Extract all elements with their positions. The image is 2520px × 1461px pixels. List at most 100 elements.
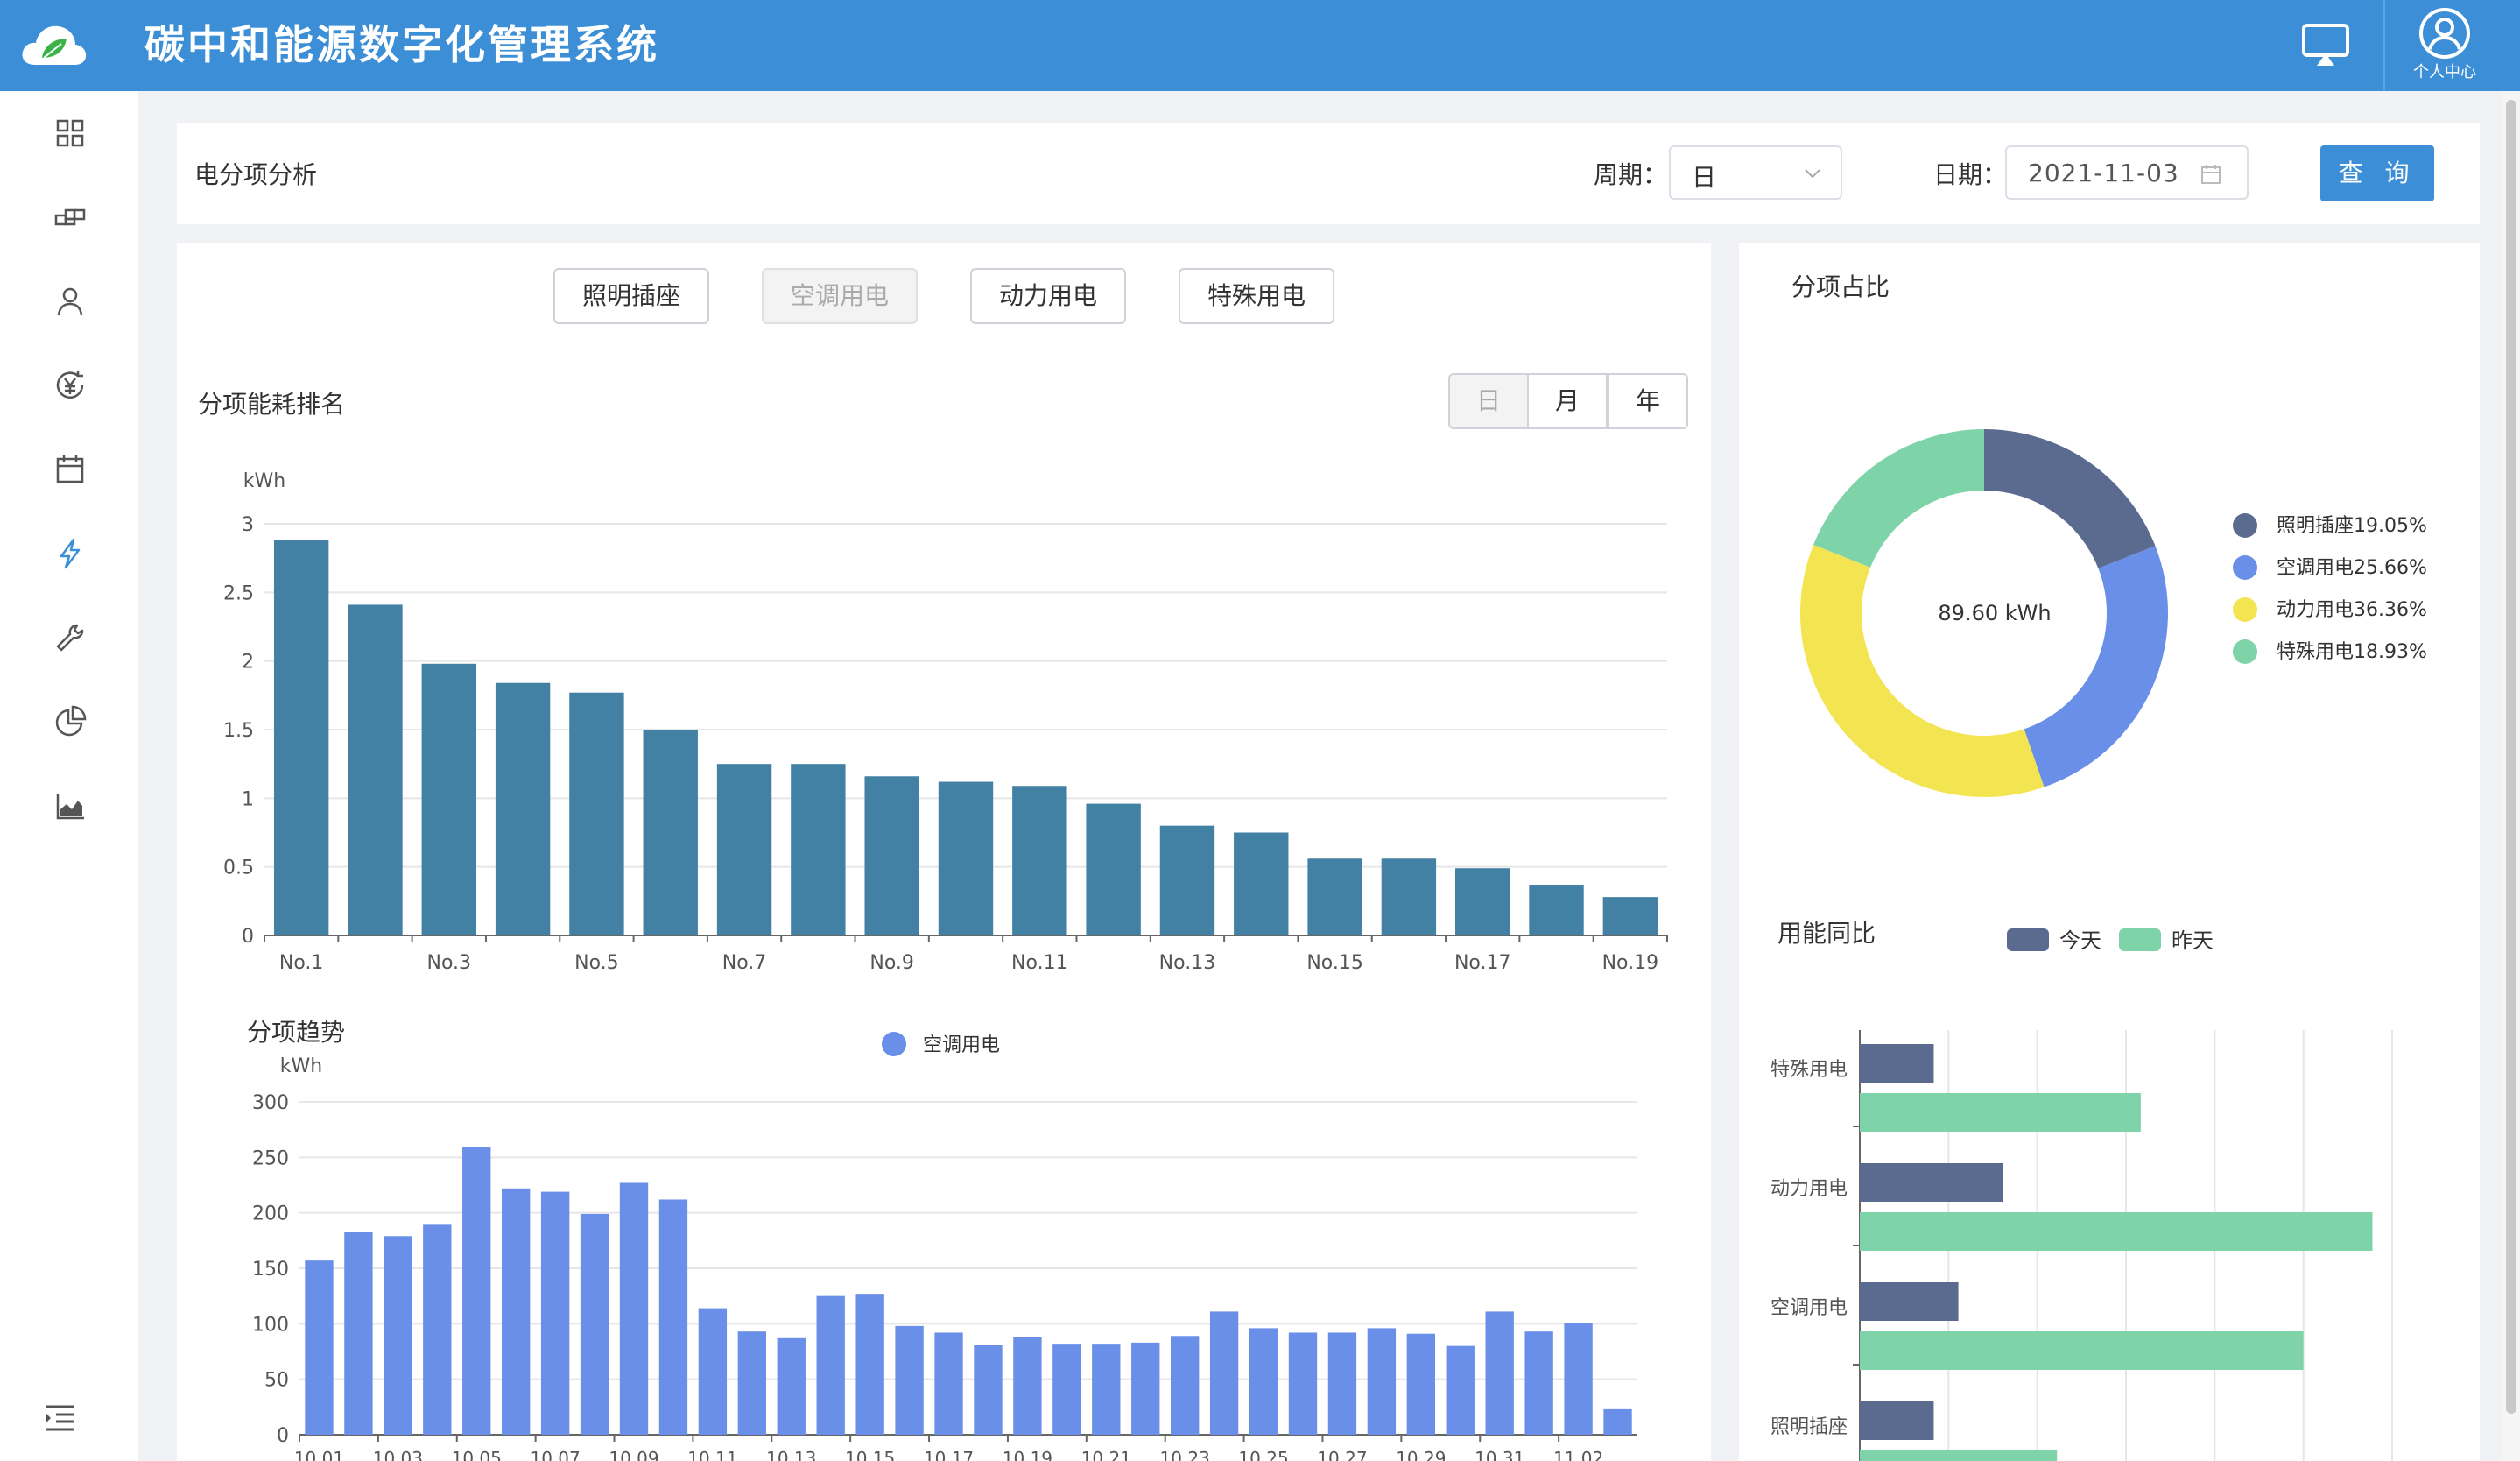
x-tick-label: No.13 <box>1159 952 1216 974</box>
legend-dot-ac <box>882 1032 906 1056</box>
yoy-bar <box>1860 1212 2373 1251</box>
x-tick-label: 10.15 <box>845 1448 895 1461</box>
trend-bar <box>1406 1333 1436 1435</box>
trend-bar <box>1603 1408 1632 1435</box>
period-select[interactable]: 日 <box>1669 145 1842 200</box>
trend-bar <box>1092 1344 1121 1435</box>
query-button[interactable]: 查 询 <box>2320 145 2434 201</box>
donut-slice <box>1984 429 2156 568</box>
x-tick-label: 10.17 <box>924 1448 974 1461</box>
x-tick-label: 10.03 <box>373 1448 423 1461</box>
period-label: 周期： <box>1594 160 1668 189</box>
ranking-bar <box>273 540 329 935</box>
trend-bar <box>1170 1336 1200 1435</box>
trend-bar <box>1564 1323 1593 1435</box>
x-tick-label: No.11 <box>1011 952 1068 974</box>
legend-label: 照明插座19.05% <box>2277 515 2427 537</box>
ranking-bar <box>1529 885 1584 935</box>
legend-dot <box>2233 555 2257 580</box>
lightning-icon <box>60 538 81 569</box>
share-title: 分项占比 <box>1791 272 1890 301</box>
legend-swatch <box>2119 928 2161 951</box>
segment-month-button[interactable]: 月 <box>1527 373 1608 429</box>
category-button-lighting[interactable]: 照明插座 <box>553 268 709 324</box>
sidebar-item-statistics[interactable] <box>51 702 89 741</box>
donut-center-label: 89.60 kWh <box>1938 601 2051 625</box>
ranking-bar <box>716 764 772 935</box>
x-tick-label: 10.21 <box>1081 1448 1131 1461</box>
chevron-down-icon <box>1805 169 1820 179</box>
sidebar-item-blocks[interactable] <box>51 198 89 236</box>
sidebar-item-electricity[interactable] <box>51 534 89 573</box>
menu-fold-icon <box>46 1405 74 1431</box>
category-button-power[interactable]: 动力用电 <box>970 268 1126 324</box>
category-button-ac[interactable]: 空调用电 <box>762 268 918 324</box>
calendar-icon <box>56 455 84 483</box>
y-category-label: 空调用电 <box>1770 1297 1848 1319</box>
x-tick-label: 10.05 <box>452 1448 502 1461</box>
grid-icon <box>56 119 84 147</box>
trend-bar <box>423 1224 452 1435</box>
trend-bar <box>580 1213 609 1435</box>
y-tick-label: 3 <box>242 514 254 536</box>
legend-label: 特殊用电18.93% <box>2277 641 2427 663</box>
x-tick-label: No.1 <box>279 952 324 974</box>
legend-label: 空调用电25.66% <box>2277 557 2427 579</box>
top-header: 碳中和能源数字化管理系统 个人中心 <box>0 0 2520 91</box>
cloud-leaf-logo-icon[interactable] <box>19 19 88 68</box>
scrollbar-thumb[interactable] <box>2506 100 2516 1414</box>
ranking-bar <box>1234 832 1289 935</box>
legend-swatch <box>2007 928 2049 951</box>
sidebar-collapse-button[interactable] <box>40 1398 79 1436</box>
trend-bar <box>934 1332 963 1435</box>
x-tick-label: 10.09 <box>609 1448 658 1461</box>
sidebar-item-dashboard[interactable] <box>51 114 89 152</box>
y-tick-label: 0 <box>277 1425 289 1447</box>
category-button-special[interactable]: 特殊用电 <box>1179 268 1334 324</box>
share-donut-chart: 89.60 kWh <box>1800 429 2168 798</box>
trend-bar <box>895 1325 924 1435</box>
x-tick-label: No.5 <box>574 952 619 974</box>
trend-title: 分项趋势 <box>247 1018 345 1047</box>
sidebar-item-cost[interactable] <box>51 366 89 405</box>
segment-day-button[interactable]: 日 <box>1448 373 1529 429</box>
segment-year-button[interactable]: 年 <box>1608 373 1688 429</box>
trend-bar <box>1209 1311 1239 1435</box>
trend-bar <box>344 1232 373 1435</box>
sidebar-item-user[interactable] <box>51 282 89 321</box>
ranking-bar <box>938 781 994 935</box>
trend-bar <box>1131 1342 1160 1435</box>
trend-bar <box>1013 1337 1042 1435</box>
ranking-bar <box>1012 786 1067 935</box>
x-tick-label: 10.27 <box>1317 1448 1367 1461</box>
sidebar-item-calendar[interactable] <box>51 450 89 489</box>
y-category-label: 照明插座 <box>1770 1416 1848 1438</box>
trend-bar <box>1327 1332 1357 1435</box>
trend-bar <box>698 1308 728 1435</box>
trend-bar <box>1288 1332 1318 1435</box>
app-title: 碳中和能源数字化管理系统 <box>144 21 659 68</box>
date-picker-input[interactable]: 2021-11-03 <box>2005 145 2249 200</box>
ranking-bar <box>1602 897 1658 935</box>
x-tick-label: No.17 <box>1454 952 1511 974</box>
date-label: 日期： <box>1933 160 2008 189</box>
legend-dot <box>2233 513 2257 538</box>
user-circle-icon[interactable] <box>2418 7 2471 60</box>
page-scrollbar[interactable] <box>2502 91 2520 1461</box>
sidebar-item-maintenance[interactable] <box>51 618 89 657</box>
x-tick-label: 10.31 <box>1475 1448 1524 1461</box>
y-axis-unit: kWh <box>243 470 285 492</box>
y-tick-label: 100 <box>252 1314 289 1336</box>
screen-cast-icon[interactable] <box>2301 23 2350 68</box>
user-center-label[interactable]: 个人中心 <box>2410 60 2480 82</box>
trend-bar <box>1524 1331 1553 1435</box>
trend-bar <box>855 1294 884 1435</box>
legend-label: 昨天 <box>2172 928 2214 953</box>
trend-bar <box>1052 1344 1081 1435</box>
pie-chart-icon <box>55 705 87 737</box>
sidebar-item-reports[interactable] <box>51 787 89 825</box>
ranking-bar <box>864 776 919 935</box>
y-tick-label: 50 <box>264 1370 289 1392</box>
y-tick-label: 1.5 <box>223 720 254 742</box>
wrench-icon <box>56 624 84 652</box>
